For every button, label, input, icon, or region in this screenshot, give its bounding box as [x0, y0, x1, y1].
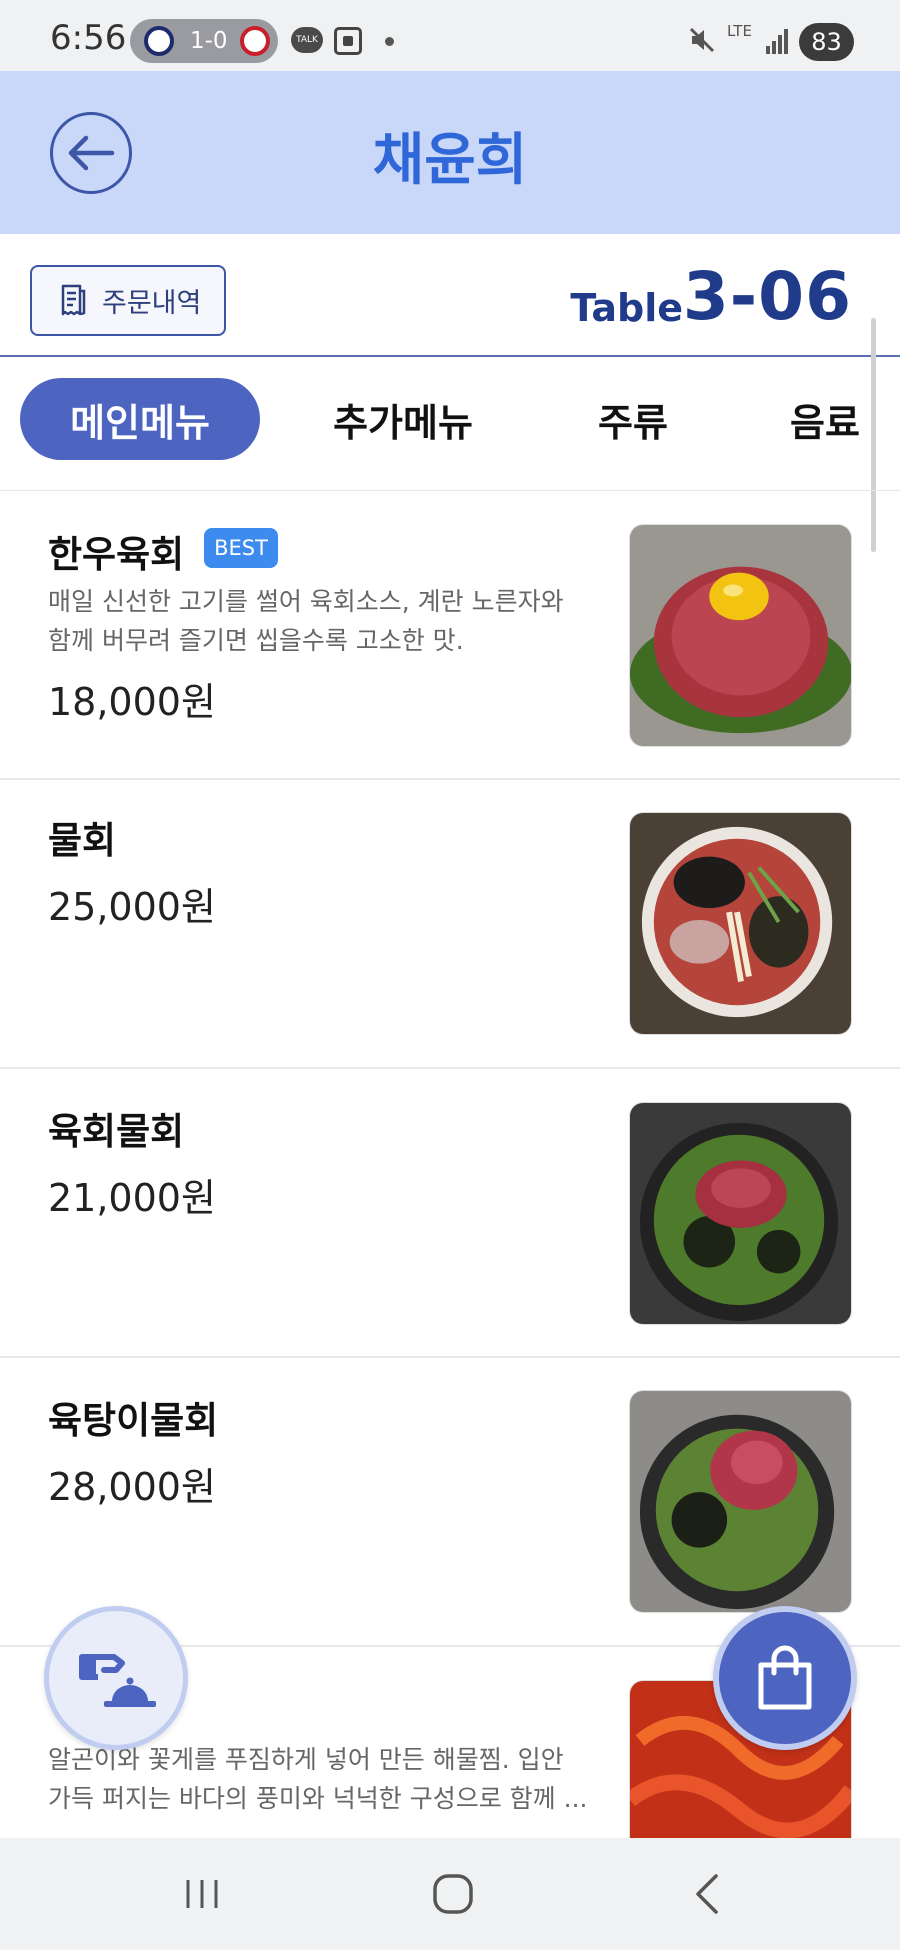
header-divider — [0, 355, 900, 357]
menu-item[interactable]: 한우육회 BEST 매일 신선한 고기를 썰어 육회소스, 계란 노른자와 함께… — [0, 491, 900, 780]
menu-item[interactable]: 육회물회 21,000원 — [0, 1069, 900, 1358]
yukhoe-photo — [629, 524, 852, 747]
recent-apps-button[interactable] — [172, 1864, 232, 1924]
tab-beverage[interactable]: 음료 — [770, 378, 880, 460]
live-score-pill: 1-0 — [130, 19, 278, 63]
table-label: Table — [570, 286, 683, 330]
service-bell-hand-icon — [79, 1654, 156, 1707]
chevron-left-icon — [696, 1874, 718, 1914]
app-header: 채윤희 — [0, 71, 900, 234]
yuktang-mulhoe-photo — [629, 1390, 852, 1613]
cart-button[interactable] — [713, 1606, 857, 1750]
tab-alcohol[interactable]: 주류 — [578, 378, 688, 460]
home-button[interactable] — [423, 1864, 483, 1924]
menu-item[interactable]: 육탕이물회 28,000원 — [0, 1358, 900, 1647]
back-nav-button[interactable] — [677, 1864, 737, 1924]
menu-item-description: 알곤이와 꽃게를 푸짐하게 넣어 만든 해물찜. 입안 가득 퍼지는 바다의 풍… — [48, 1745, 588, 1813]
tab-main-menu[interactable]: 메인메뉴 — [20, 378, 260, 460]
order-history-label: 주문내역 — [102, 288, 202, 319]
live-score: 1-0 — [190, 28, 228, 54]
menu-item-price: 25,000원 — [48, 885, 216, 929]
store-name-title: 채윤희 — [372, 128, 528, 193]
table-number: 3-06 — [682, 258, 852, 335]
status-time: 6:56 — [50, 18, 127, 58]
menu-item-price: 18,000원 — [48, 680, 216, 724]
order-history-button[interactable]: 주문내역 — [30, 265, 226, 336]
status-bar: 6:56 1-0 TALK LTE 83 — [0, 0, 900, 71]
menu-item-name: 한우육회 — [48, 533, 185, 576]
menu-item-name: 육회물회 — [48, 1110, 185, 1153]
lte-icon: LTE — [727, 22, 752, 40]
call-staff-button[interactable] — [44, 1606, 188, 1750]
mulhoe-photo — [629, 812, 852, 1035]
battery-level: 83 — [799, 23, 854, 61]
team-logo-icon — [144, 26, 174, 56]
system-nav-bar — [0, 1838, 900, 1950]
menu-item-name: 물회 — [48, 819, 117, 862]
menu-item[interactable]: 물회 25,000원 — [0, 780, 900, 1069]
screenshot-icon — [334, 27, 362, 55]
more-notifications-dot-icon — [385, 37, 394, 46]
menu-item-price: 28,000원 — [48, 1465, 216, 1509]
menu-item-name: 육탕이물회 — [48, 1399, 219, 1442]
signal-icon — [766, 29, 788, 54]
best-badge: BEST — [204, 528, 278, 568]
talk-notification-icon: TALK — [291, 27, 323, 53]
menu-item-price: 21,000원 — [48, 1176, 216, 1220]
home-icon — [433, 1874, 473, 1914]
mute-icon — [689, 27, 715, 53]
menu-item-description: 매일 신선한 고기를 썰어 육회소스, 계란 노른자와 함께 버무려 즐기면 씹… — [48, 587, 564, 655]
shopping-bag-icon — [758, 1645, 812, 1710]
team-logo-icon — [239, 26, 270, 56]
tab-extra-menu[interactable]: 추가메뉴 — [313, 378, 493, 460]
receipt-icon — [61, 284, 86, 315]
recent-apps-icon — [186, 1880, 218, 1908]
yukhoe-mulhoe-photo — [629, 1102, 852, 1325]
